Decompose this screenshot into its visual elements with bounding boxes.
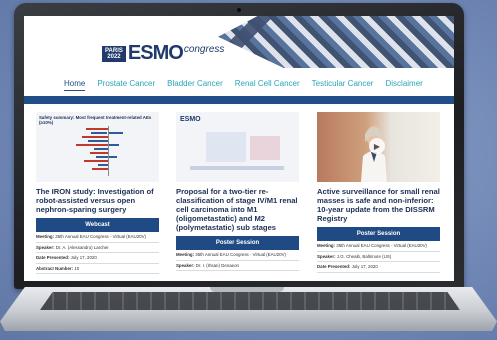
thumb-bar — [86, 128, 108, 130]
content-card-2[interactable]: ESMO Proposal for a two-tier re-classifi… — [176, 112, 299, 271]
content-card-3[interactable]: ▶ Active surveillance for small renal ma… — [317, 112, 440, 273]
logo-congress: congress — [183, 44, 225, 55]
thumb-bar — [109, 144, 119, 146]
thumb-bar — [94, 148, 108, 150]
poster-session-badge[interactable]: Poster Session — [317, 227, 440, 241]
nav-disclaimer[interactable]: Disclaimer — [385, 79, 422, 91]
logo-city: PARIS — [105, 47, 123, 54]
thumb-bar — [96, 156, 108, 158]
site-header: PARIS 2022 ESMO congress — [24, 16, 454, 68]
thumb-bar — [109, 132, 123, 134]
meta-meeting: Meeting: 35th Annual EAU Congress - Virt… — [36, 232, 159, 243]
logo-year: 2022 — [107, 53, 121, 60]
meta-meeting: Meeting: 35th Annual EAU Congress - Virt… — [176, 250, 299, 261]
card-title[interactable]: Proposal for a two-tier re-classificatio… — [176, 187, 299, 232]
slide-diagram — [206, 132, 246, 162]
meta-speaker: Speaker: Dr. I. (Ihsan) Denaeon — [176, 261, 299, 271]
thumb-bar — [82, 136, 108, 138]
nav-bladder-cancer[interactable]: Bladder Cancer — [167, 79, 223, 91]
nav-renal-cell-cancer[interactable]: Renal Cell Cancer — [235, 79, 300, 91]
thumb-bar — [98, 164, 108, 166]
play-icon[interactable]: ▶ — [369, 138, 385, 154]
card-thumbnail-video[interactable]: ▶ — [317, 112, 440, 182]
thumb-bar — [109, 156, 117, 158]
thumb-bar — [90, 152, 108, 154]
meta-meeting: Meeting: 35th Annual EAU Congress - Virt… — [317, 241, 440, 252]
screen: PARIS 2022 ESMO congress Home Prostate C… — [24, 16, 454, 281]
poster-session-badge[interactable]: Poster Session — [176, 236, 299, 250]
meta-speaker: Speaker: J.G. Cheaib, Baltimore (US) — [317, 252, 440, 262]
thumb-bar — [76, 144, 108, 146]
laptop-hinge-notch — [210, 287, 284, 292]
webcast-badge[interactable]: Webcast — [36, 218, 159, 232]
card-thumbnail-chart[interactable]: Safety summary: Most frequent treatment-… — [36, 112, 159, 182]
nav-home[interactable]: Home — [64, 79, 86, 91]
meta-date: Date Presented: July 17, 2020 — [317, 262, 440, 273]
meta-date: Date Presented: July 17, 2020 — [36, 253, 159, 264]
logo-city-year: PARIS 2022 — [102, 45, 126, 62]
thumb-bar — [92, 168, 108, 170]
header-mosaic — [218, 16, 454, 68]
laptop-keyboard — [40, 292, 460, 310]
card-title[interactable]: The IRON study: Investigation of robot-a… — [36, 187, 159, 214]
slide-diagram — [250, 136, 280, 160]
thumb-bar — [84, 160, 108, 162]
main-nav: Home Prostate Cancer Bladder Cancer Rena… — [64, 79, 423, 91]
meta-speaker: Speaker: Dr. A. (Alessandro) Larcher — [36, 243, 159, 253]
esmo-logo[interactable]: PARIS 2022 ESMO congress — [102, 42, 224, 65]
slide-logo: ESMO — [180, 116, 201, 123]
nav-prostate-cancer[interactable]: Prostate Cancer — [97, 79, 155, 91]
thumb-bar — [91, 132, 107, 134]
logo-brand: ESMO — [127, 42, 184, 64]
nav-testicular-cancer[interactable]: Testicular Cancer — [312, 79, 374, 91]
card-title[interactable]: Active surveillance for small renal mass… — [317, 187, 440, 223]
meta-abstract: Abstract Number: 10 — [36, 264, 159, 274]
slide-caption — [190, 166, 284, 170]
laptop-lid: PARIS 2022 ESMO congress Home Prostate C… — [14, 3, 464, 289]
nav-bar — [24, 96, 454, 104]
thumb-chart-title: Safety summary: Most frequent treatment-… — [39, 115, 152, 125]
card-thumbnail-slide[interactable]: ESMO — [176, 112, 299, 182]
thumb-bar — [88, 140, 108, 142]
camera-icon — [237, 8, 241, 12]
content-card-1[interactable]: Safety summary: Most frequent treatment-… — [36, 112, 159, 274]
